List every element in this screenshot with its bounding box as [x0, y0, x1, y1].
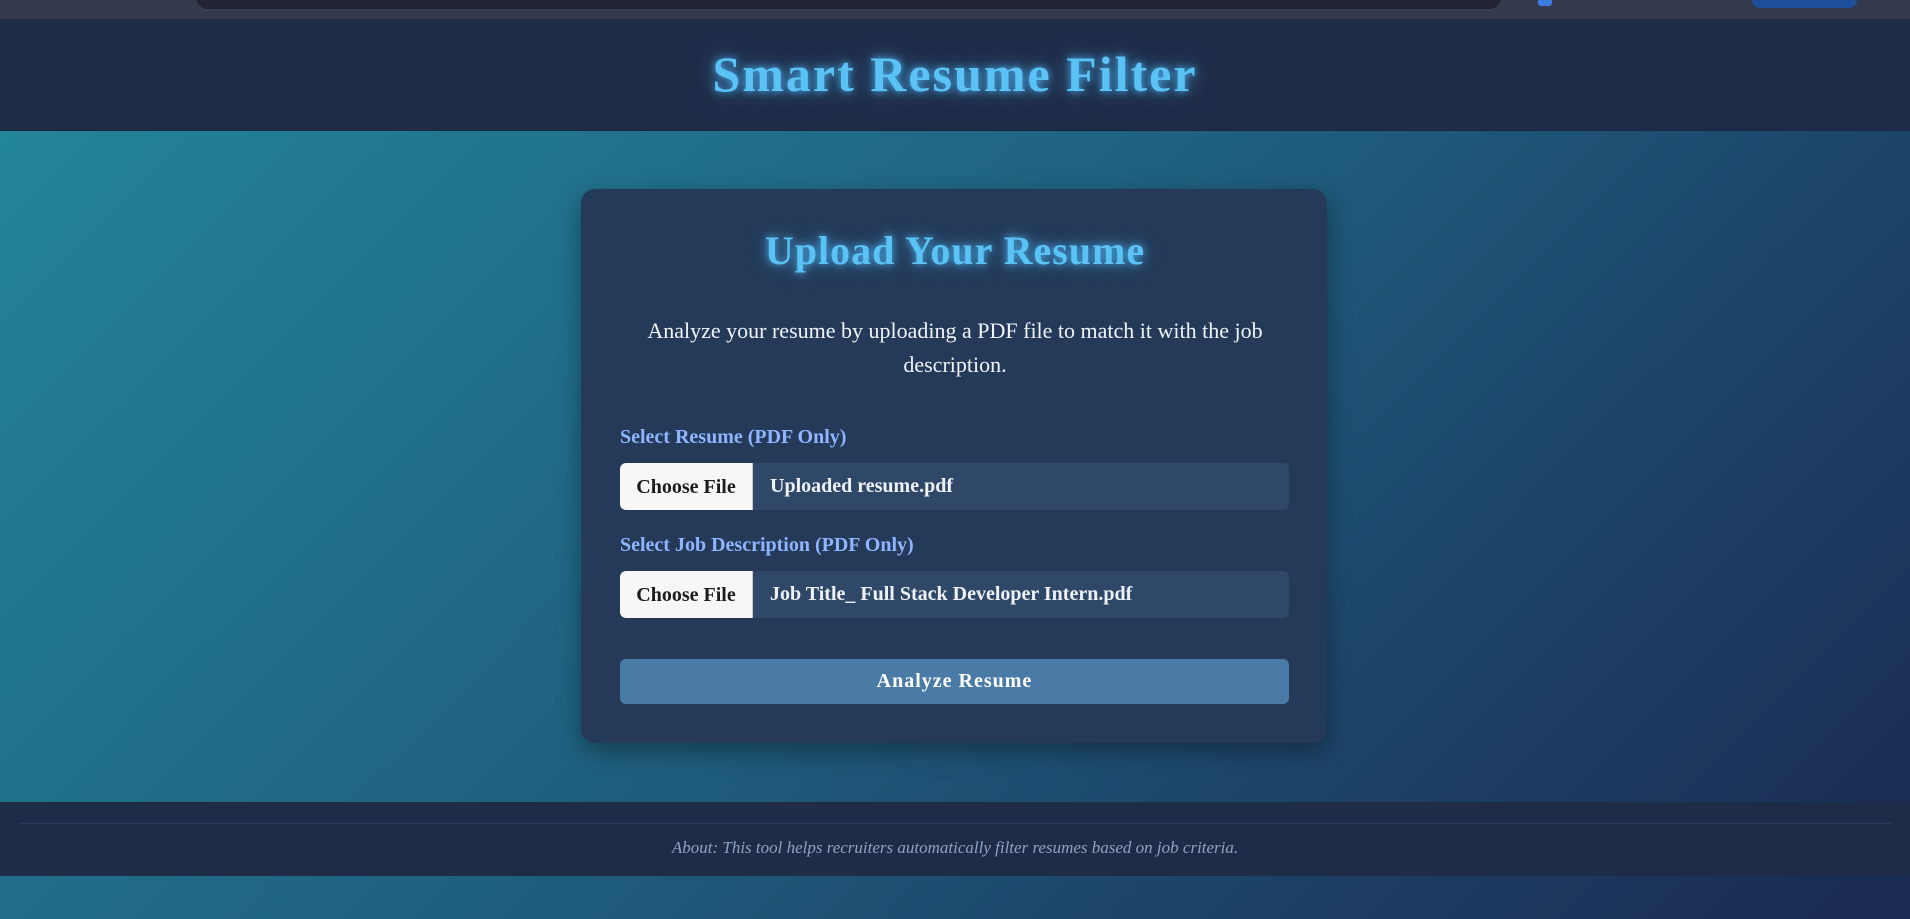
card-description: Analyze your resume by uploading a PDF f…	[647, 318, 1263, 377]
extension-icon[interactable]	[1538, 0, 1552, 6]
site-title: Smart Resume Filter	[712, 46, 1198, 102]
footer-about-text: About: This tool helps recruiters automa…	[671, 838, 1239, 857]
profile-button[interactable]	[1752, 0, 1857, 8]
card-title: Upload Your Resume	[764, 228, 1146, 273]
site-footer: About: This tool helps recruiters automa…	[0, 802, 1910, 876]
footer-divider	[19, 823, 1891, 824]
analyze-resume-button[interactable]: Analyze Resume	[620, 659, 1289, 704]
job-description-choose-file-button[interactable]: Choose File	[620, 571, 753, 618]
resume-choose-file-button[interactable]: Choose File	[620, 463, 753, 510]
resume-file-input[interactable]: Choose File Uploaded resume.pdf	[620, 463, 1289, 510]
job-description-file-input[interactable]: Choose File Job Title_ Full Stack Develo…	[620, 571, 1289, 618]
job-description-file-name: Job Title_ Full Stack Developer Intern.p…	[770, 583, 1133, 605]
site-header: Smart Resume Filter	[0, 19, 1910, 131]
resume-file-name: Uploaded resume.pdf	[770, 475, 953, 497]
job-description-field-label: Select Job Description (PDF Only)	[620, 534, 914, 556]
resume-field-label: Select Resume (PDF Only)	[620, 426, 847, 448]
browser-toolbar	[0, 0, 1910, 20]
address-bar[interactable]	[195, 0, 1502, 10]
